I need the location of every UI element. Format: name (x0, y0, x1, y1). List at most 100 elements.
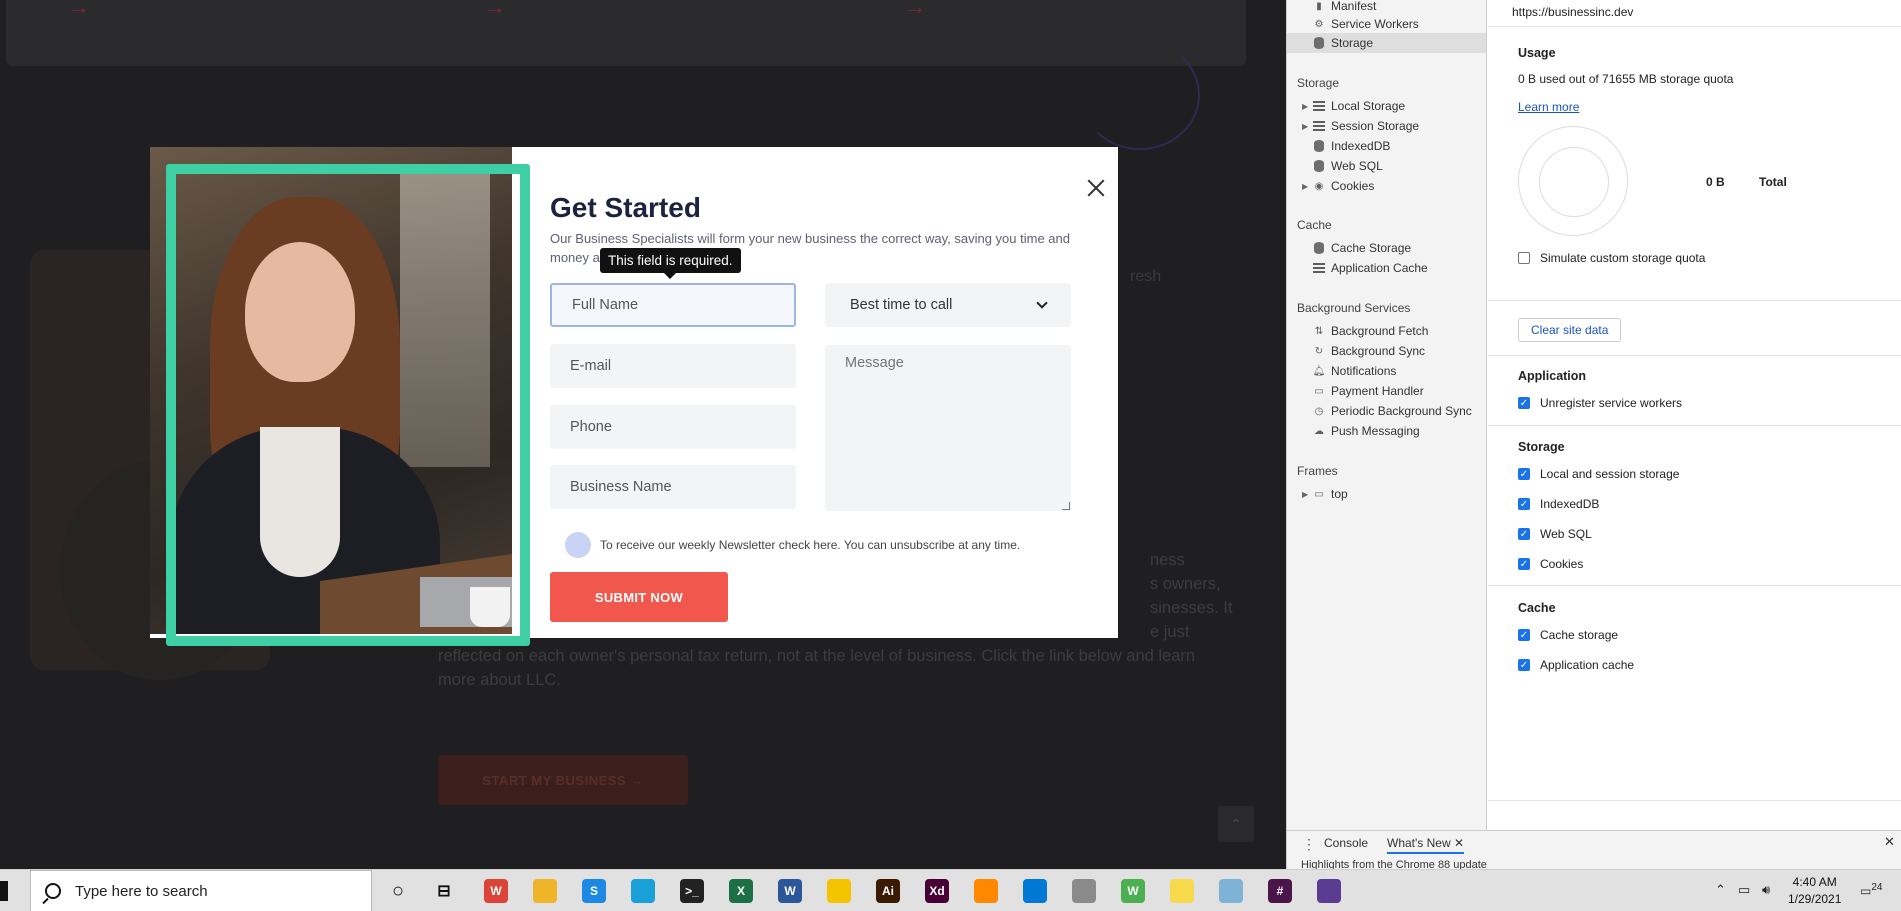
chevron-up-icon[interactable]: ⌃ (1715, 882, 1726, 898)
email-input[interactable] (550, 344, 796, 388)
newsletter-checkbox[interactable] (565, 532, 591, 558)
expand-triangle-icon[interactable]: ▶ (1302, 122, 1308, 131)
skype-s-icon[interactable]: S (582, 879, 606, 903)
sidebar-item-cookies[interactable]: ▶ ◉ Cookies (1287, 176, 1486, 196)
phone-input[interactable] (550, 405, 796, 449)
expand-triangle-icon[interactable]: ▶ (1302, 490, 1308, 499)
sidebar-item-push-messaging[interactable]: ☁ Push Messaging (1287, 421, 1486, 441)
scroll-top-button[interactable]: ⌃ (1218, 806, 1254, 842)
database-icon (1313, 160, 1325, 172)
chrome-w-icon[interactable]: W (484, 879, 508, 903)
grid-icon (1313, 120, 1325, 132)
clock-icon: ◷ (1314, 405, 1324, 417)
business-name-input[interactable] (550, 465, 796, 509)
taskbar-clock[interactable]: 4:40 AM 1/29/2021 (1788, 874, 1841, 908)
tab-label: What's New (1387, 836, 1451, 850)
sidebar-item-indexeddb[interactable]: IndexedDB (1287, 136, 1486, 156)
cortana-icon[interactable]: ○ (386, 879, 410, 903)
notifications-icon[interactable]: ▭24 (1860, 882, 1882, 898)
web-sql-checkbox[interactable]: ✓ Web SQL (1518, 527, 1592, 541)
gear-icon: ⚙ (1314, 18, 1324, 30)
usage-pie-chart (1518, 126, 1628, 236)
task-view-icon[interactable]: ⊟ (432, 879, 456, 903)
sidebar-item-session-storage[interactable]: ▶ Session Storage (1287, 116, 1486, 136)
sidebar-item-background-fetch[interactable]: ⇅ Background Fetch (1287, 321, 1486, 341)
expand-triangle-icon[interactable]: ▶ (1302, 182, 1308, 191)
expand-triangle-icon[interactable]: ▶ (1302, 102, 1308, 111)
illustrator-icon[interactable]: Ai (876, 879, 900, 903)
sidebar-item-storage[interactable]: Storage (1287, 33, 1486, 53)
sidebar-item-payment-handler[interactable]: ▭ Payment Handler (1287, 381, 1486, 401)
best-time-select[interactable]: Best time to call (825, 283, 1071, 327)
cache-storage-checkbox[interactable]: ✓ Cache storage (1518, 628, 1618, 642)
checkmark-icon: ✓ (1518, 629, 1530, 641)
edge-icon[interactable] (631, 879, 655, 903)
local-session-storage-checkbox[interactable]: ✓ Local and session storage (1518, 467, 1679, 481)
sidebar-section-cache: Cache (1297, 218, 1332, 232)
checkbox-label: Local and session storage (1540, 467, 1680, 481)
terminal-icon[interactable]: >_ (680, 879, 704, 903)
full-name-input[interactable] (550, 283, 796, 327)
word-icon[interactable]: W (778, 879, 802, 903)
close-drawer-icon[interactable]: ✕ (1884, 834, 1895, 850)
taskbar-search[interactable]: Type here to search (30, 870, 372, 911)
arrow-right-icon: → (904, 0, 926, 19)
credit-card-icon: ▭ (1314, 385, 1324, 397)
slack-icon[interactable]: # (1268, 879, 1292, 903)
get-started-modal: Get Started Our Business Specialists wil… (150, 147, 1118, 646)
unregister-service-workers-checkbox[interactable]: ✓ Unregister service workers (1518, 396, 1682, 410)
site-text-fragment: ness (1150, 551, 1185, 569)
chrome-profile-icon[interactable]: W (1121, 879, 1145, 903)
close-icon[interactable] (1085, 177, 1107, 199)
norton-icon[interactable] (827, 879, 851, 903)
volume-icon[interactable]: 🔊︎ (1762, 882, 1770, 898)
indexeddb-checkbox[interactable]: ✓ IndexedDB (1518, 497, 1599, 511)
checkbox-label: Application cache (1540, 658, 1635, 672)
cookies-checkbox[interactable]: ✓ Cookies (1518, 557, 1583, 571)
tab-console[interactable]: Console (1324, 836, 1368, 850)
modal-title: Get Started (550, 192, 701, 223)
application-cache-checkbox[interactable]: ✓ Application cache (1518, 658, 1634, 672)
start-my-business-button[interactable]: START MY BUSINESS → (438, 755, 688, 805)
clear-site-data-button[interactable]: Clear site data (1518, 318, 1622, 342)
sidebar-item-cache-storage[interactable]: Cache Storage (1287, 238, 1486, 258)
adobe-xd-icon[interactable]: Xd (925, 879, 949, 903)
checkmark-icon: ✓ (1518, 397, 1530, 409)
sidebar-item-periodic-background-sync[interactable]: ◷ Periodic Background Sync (1287, 401, 1486, 421)
tab-whats-new[interactable]: What's New ✕ (1387, 836, 1465, 854)
simulate-quota-checkbox[interactable]: Simulate custom storage quota (1518, 251, 1705, 265)
checkbox-label: Simulate custom storage quota (1540, 251, 1706, 265)
sidebar-item-web-sql[interactable]: Web SQL (1287, 156, 1486, 176)
obs-icon[interactable] (1317, 879, 1341, 903)
divider (1488, 425, 1901, 426)
sidebar-item-background-sync[interactable]: ↻ Background Sync (1287, 341, 1486, 361)
vlc-icon[interactable] (974, 879, 998, 903)
network-icon[interactable]: ▭ (1738, 882, 1750, 898)
sidebar-item-application-cache[interactable]: Application Cache (1287, 258, 1486, 278)
sticky-notes-icon[interactable] (1170, 879, 1194, 903)
site-paragraph: reflected on each owner's personal tax r… (438, 647, 1196, 689)
start-button[interactable] (0, 881, 8, 901)
message-textarea[interactable] (825, 345, 1071, 511)
checkbox-label: Cookies (1540, 557, 1584, 571)
sidebar-item-label: Cookies (1331, 179, 1375, 193)
resize-grip-icon[interactable] (1062, 502, 1070, 510)
sidebar-item-notifications[interactable]: 🔔︎ Notifications (1287, 361, 1486, 381)
sidebar-item-label: Payment Handler (1331, 384, 1424, 398)
vscode-icon[interactable] (1023, 879, 1047, 903)
submit-button[interactable]: SUBMIT NOW (550, 572, 728, 622)
excel-icon[interactable]: X (729, 879, 753, 903)
snipping-icon[interactable] (1072, 879, 1096, 903)
more-vertical-icon[interactable]: ⋮ (1302, 836, 1316, 853)
sidebar-item-local-storage[interactable]: ▶ Local Storage (1287, 96, 1486, 116)
usage-heading: Usage (1518, 46, 1556, 60)
clock-date: 1/29/2021 (1788, 892, 1842, 906)
sidebar-item-frame-top[interactable]: ▶ ▭ top (1287, 484, 1486, 504)
sidebar-item-service-workers[interactable]: ⚙ Service Workers (1287, 14, 1486, 34)
shell-app-icon[interactable] (1219, 879, 1243, 903)
file-explorer-icon[interactable] (533, 879, 557, 903)
decorative-swirl (1080, 40, 1200, 150)
close-tab-icon[interactable]: ✕ (1454, 836, 1464, 850)
frame-icon: ▭ (1314, 488, 1324, 500)
learn-more-link[interactable]: Learn more (1518, 100, 1579, 114)
